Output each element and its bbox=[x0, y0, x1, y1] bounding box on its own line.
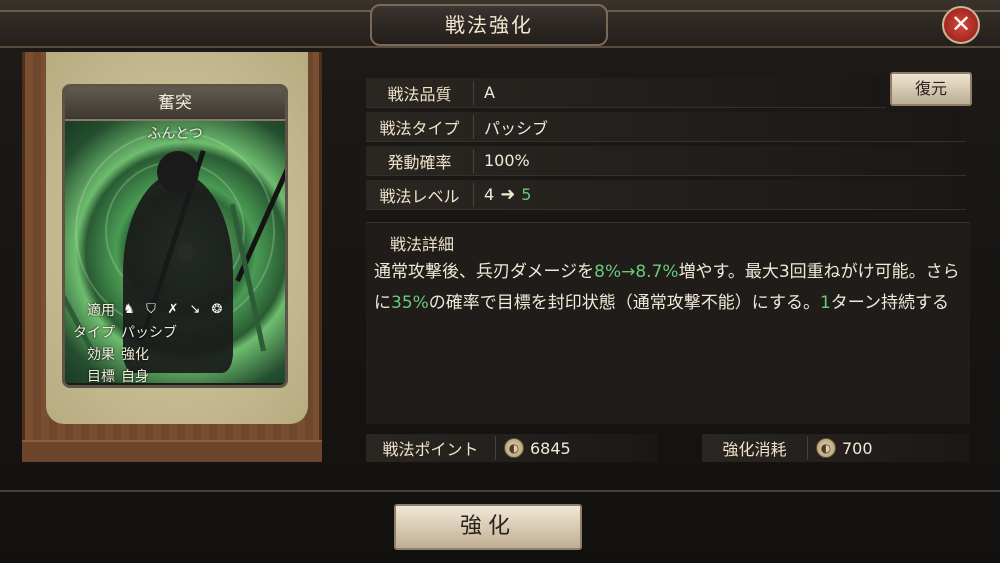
info-label: 目標 bbox=[87, 369, 115, 385]
info-row-type: タイプ パッシブ bbox=[65, 321, 285, 343]
stat-label: 発動確率 bbox=[366, 148, 474, 173]
arrow-right-icon: ➜ bbox=[500, 184, 516, 205]
stat-row-quality: 戦法品質 A bbox=[366, 78, 886, 108]
level-to: 5 bbox=[521, 185, 532, 204]
skill-points-value: 6845 bbox=[530, 438, 571, 458]
close-button[interactable]: ✕ bbox=[942, 6, 980, 44]
footer-divider bbox=[0, 490, 1000, 492]
enhance-button[interactable]: 強化 bbox=[394, 504, 582, 550]
coin-icon: ◐ bbox=[504, 438, 524, 458]
detail-text-part: ターン持続する bbox=[830, 293, 949, 313]
window-title: 戦法強化 bbox=[370, 4, 608, 46]
scroll-bottom-rod bbox=[22, 440, 322, 462]
skill-card-info: 適用 ♞ ⛉ ✗ ↘ ❂ タイプ パッシブ 効果 強化 目標 自身 bbox=[65, 299, 285, 385]
bow-icon: ✗ bbox=[167, 302, 179, 317]
unit-type-icons: ♞ ⛉ ✗ ↘ ❂ bbox=[121, 302, 225, 318]
info-row-apply: 適用 ♞ ⛉ ✗ ↘ ❂ bbox=[65, 299, 285, 321]
detail-highlight: 35% bbox=[391, 293, 429, 313]
info-label: 効果 bbox=[87, 347, 115, 363]
skill-enhance-window: 戦法強化 ✕ 奮突 ふんとつ 適用 ♞ ⛉ ✗ ↘ ❂ タイプ パッシブ 効果 … bbox=[0, 0, 1000, 563]
cavalry-icon: ♞ bbox=[123, 302, 135, 317]
detail-text-part: 通常攻撃後、兵刃ダメージを bbox=[374, 262, 595, 282]
info-value: 自身 bbox=[121, 369, 149, 385]
enhance-cost-label: 強化消耗 bbox=[702, 436, 808, 460]
stat-value: A bbox=[484, 83, 495, 102]
restore-button[interactable]: 復元 bbox=[890, 72, 972, 106]
stat-label: 戦法品質 bbox=[366, 80, 474, 105]
level-change: 4 ➜ 5 bbox=[474, 184, 531, 205]
detail-text: 通常攻撃後、兵刃ダメージを8%→8.7%増やす。最大3回重ねがけ可能。さらに35… bbox=[374, 257, 964, 319]
stat-value: パッシブ bbox=[484, 118, 549, 138]
info-label: タイプ bbox=[73, 325, 115, 341]
skill-points-row: 戦法ポイント ◐ 6845 bbox=[366, 434, 658, 462]
skill-card: 奮突 ふんとつ 適用 ♞ ⛉ ✗ ↘ ❂ タイプ パッシブ 効果 強化 目標 自… bbox=[62, 84, 288, 388]
stat-label: 戦法タイプ bbox=[366, 114, 474, 139]
spear-icon: ↘ bbox=[189, 302, 201, 317]
stat-row-rate: 発動確率 100% bbox=[366, 146, 966, 176]
detail-highlight: 1 bbox=[819, 293, 831, 313]
detail-highlight: 8%→8.7% bbox=[594, 262, 679, 282]
info-label: 適用 bbox=[87, 303, 115, 319]
enhance-cost-row: 強化消耗 ◐ 700 bbox=[702, 434, 970, 462]
skill-reading: ふんとつ bbox=[147, 126, 203, 142]
shield-icon: ⛉ bbox=[146, 302, 156, 317]
stat-value: 100% bbox=[484, 151, 530, 170]
stat-row-level: 戦法レベル 4 ➜ 5 bbox=[366, 180, 966, 210]
detail-label: 戦法詳細 bbox=[389, 235, 454, 254]
info-row-target: 目標 自身 bbox=[65, 365, 285, 385]
info-value: パッシブ bbox=[121, 325, 177, 341]
detail-text-part: の確率で目標を封印状態（通常攻撃不能）にする。 bbox=[428, 293, 820, 313]
wheel-icon: ❂ bbox=[211, 302, 223, 317]
level-from: 4 bbox=[484, 185, 495, 204]
skill-name: 奮突 bbox=[65, 87, 285, 121]
coin-icon: ◐ bbox=[816, 438, 836, 458]
stat-label: 戦法レベル bbox=[366, 182, 474, 207]
info-value: 強化 bbox=[121, 347, 149, 363]
skill-points-label: 戦法ポイント bbox=[366, 436, 496, 460]
enhance-cost-value: 700 bbox=[842, 438, 873, 458]
skill-detail-panel: 戦法詳細 通常攻撃後、兵刃ダメージを8%→8.7%増やす。最大3回重ねがけ可能。… bbox=[366, 222, 970, 424]
info-row-effect: 効果 強化 bbox=[65, 343, 285, 365]
stat-row-type: 戦法タイプ パッシブ bbox=[366, 112, 966, 142]
